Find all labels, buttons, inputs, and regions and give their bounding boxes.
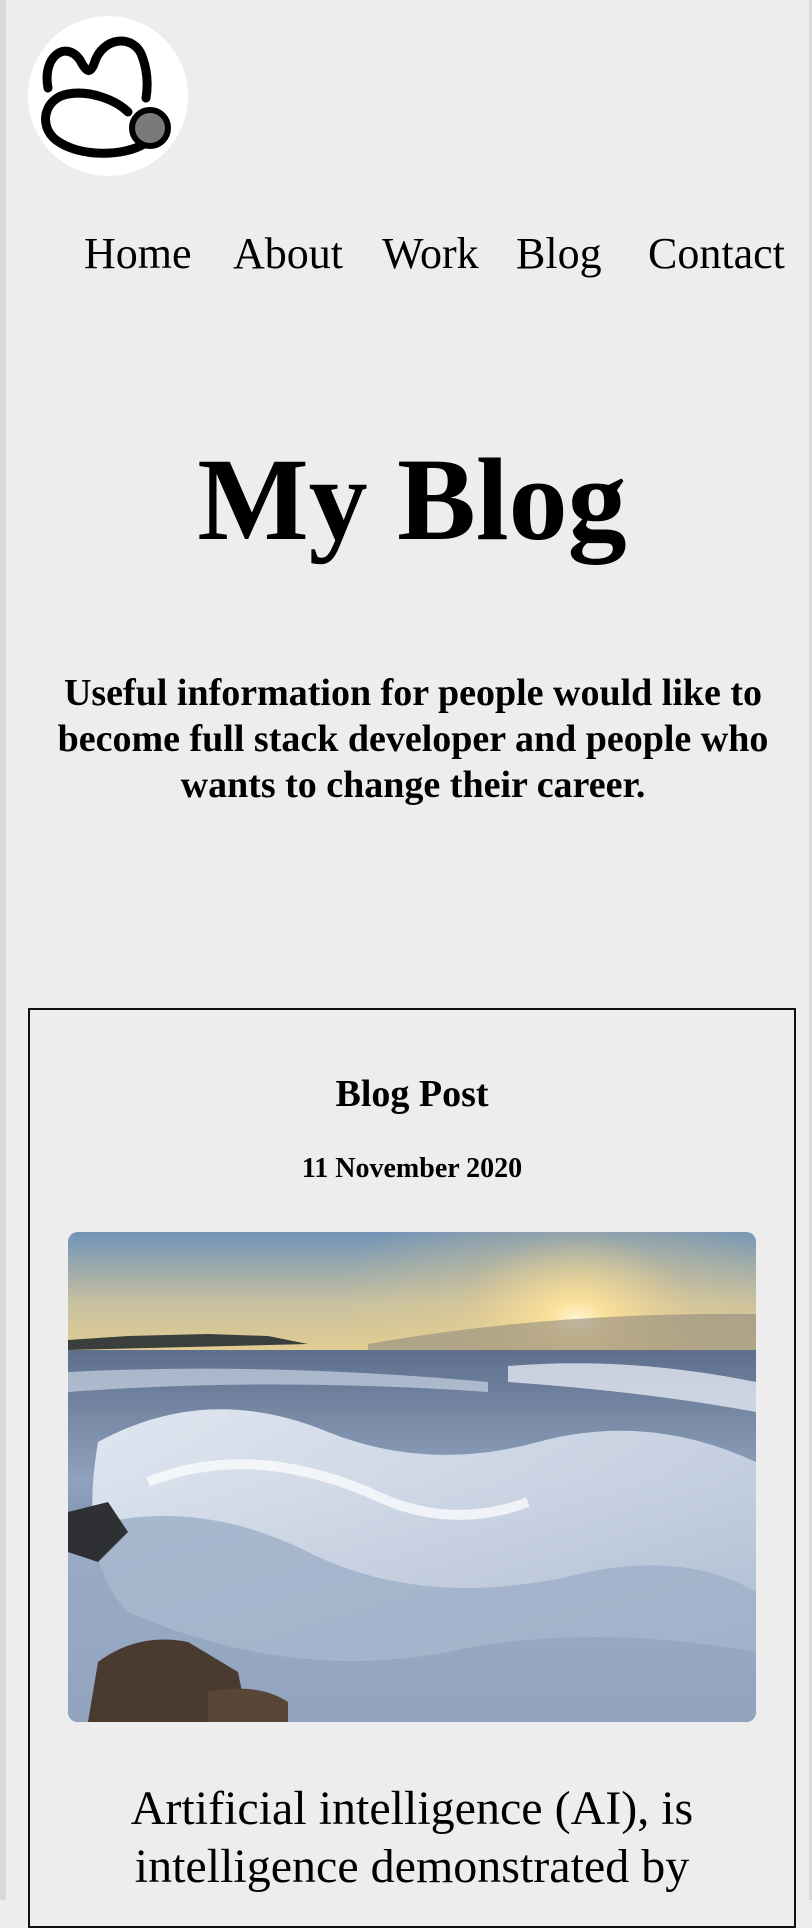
post-image[interactable] xyxy=(68,1232,756,1722)
blog-post-card[interactable]: Blog Post 11 November 2020 Artificial in… xyxy=(28,1008,796,1928)
nav-contact[interactable]: Contact xyxy=(648,224,785,284)
page-frame: Home About Work Blog Contact My Blog Use… xyxy=(0,0,812,1928)
nav-home[interactable]: Home xyxy=(84,224,192,284)
nav-blog[interactable]: Blog xyxy=(516,224,602,284)
post-excerpt: Artificial intelligence (AI), is intelli… xyxy=(130,1782,694,1893)
post-title[interactable]: Blog Post xyxy=(30,1070,794,1118)
nav-work[interactable]: Work xyxy=(382,224,479,284)
page-subtitle: Useful information for people would like… xyxy=(57,672,769,806)
post-date: 11 November 2020 xyxy=(301,1153,523,1184)
page-title: My Blog xyxy=(197,434,627,565)
ocean-waves-photo-icon xyxy=(68,1232,756,1722)
main-nav: Home About Work Blog Contact xyxy=(6,224,812,284)
site-logo[interactable] xyxy=(28,16,188,176)
logo-icon xyxy=(28,16,188,176)
nav-about[interactable]: About xyxy=(233,224,343,284)
